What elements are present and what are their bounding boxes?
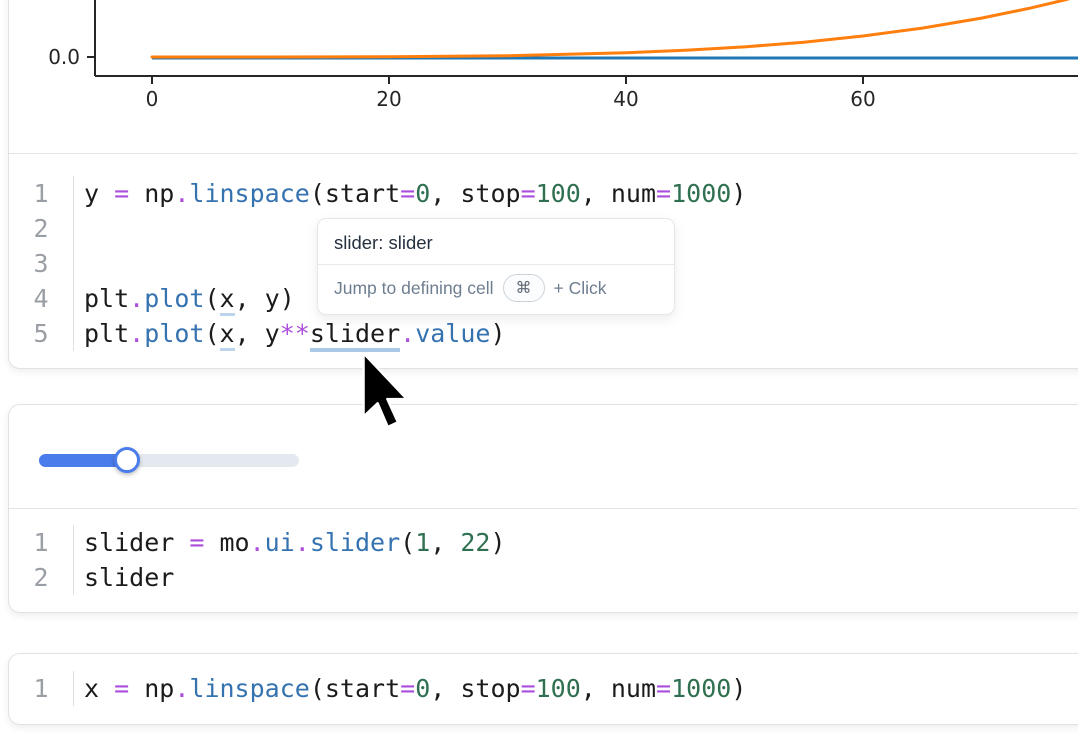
- line-number-gutter: 12345: [9, 176, 74, 351]
- command-key-badge: ⌘: [503, 274, 545, 302]
- line-number-gutter: 1: [9, 671, 74, 706]
- code-lines[interactable]: slider = mo.ui.slider(1, 22)slider: [74, 525, 1078, 595]
- slider-output-area: [9, 405, 1078, 508]
- slider-widget[interactable]: [39, 447, 299, 473]
- code-line[interactable]: slider: [84, 560, 1078, 595]
- code-editor-slider-cell[interactable]: 12 slider = mo.ui.slider(1, 22)slider: [9, 508, 1078, 612]
- line-number: 4: [9, 281, 73, 316]
- line-number: 2: [9, 560, 73, 595]
- command-key-icon: ⌘: [516, 278, 532, 298]
- tooltip-action-label: Jump to defining cell: [334, 278, 494, 299]
- variable-reference[interactable]: x: [220, 319, 235, 351]
- marimo-notebook-page: 12345 y = np.linspace(start=0, stop=100,…: [0, 0, 1078, 746]
- code-lines[interactable]: x = np.linspace(start=0, stop=100, num=1…: [74, 671, 1078, 706]
- hovered-variable-reference[interactable]: slider: [310, 319, 400, 352]
- notebook-cell-slider: 12 slider = mo.ui.slider(1, 22)slider: [8, 404, 1078, 613]
- figure-output-area: [9, 0, 1078, 153]
- tooltip-title: slider: slider: [318, 219, 674, 264]
- line-number: 5: [9, 316, 73, 351]
- tooltip-click-suffix: + Click: [554, 278, 607, 299]
- slider-handle[interactable]: [114, 447, 140, 473]
- notebook-cell-x: 1 x = np.linspace(start=0, stop=100, num…: [8, 653, 1078, 725]
- line-number: 3: [9, 246, 73, 281]
- line-number-gutter: 12: [9, 525, 74, 595]
- code-line[interactable]: y = np.linspace(start=0, stop=100, num=1…: [84, 176, 1078, 211]
- line-number: 1: [9, 671, 73, 706]
- variable-hover-tooltip: slider: slider Jump to defining cell ⌘ +…: [317, 218, 675, 315]
- line-number: 1: [9, 525, 73, 560]
- code-line[interactable]: plt.plot(x, y**slider.value): [84, 316, 1078, 351]
- variable-reference[interactable]: x: [220, 284, 235, 316]
- code-line[interactable]: x = np.linspace(start=0, stop=100, num=1…: [84, 671, 1078, 706]
- line-number: 2: [9, 211, 73, 246]
- code-line[interactable]: slider = mo.ui.slider(1, 22): [84, 525, 1078, 560]
- line-number: 1: [9, 176, 73, 211]
- code-editor-x-cell[interactable]: 1 x = np.linspace(start=0, stop=100, num…: [9, 654, 1078, 724]
